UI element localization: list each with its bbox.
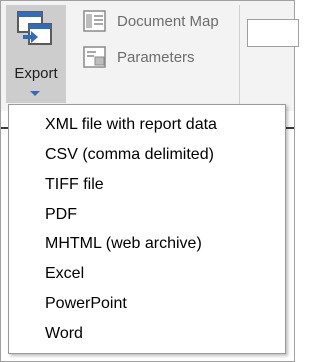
page-number-input[interactable] xyxy=(247,19,299,47)
export-button[interactable]: Export xyxy=(6,5,66,103)
parameters-icon xyxy=(83,46,106,68)
menu-item-csv[interactable]: CSV (comma delimited) xyxy=(45,142,214,168)
export-icon xyxy=(17,11,52,45)
menu-item-pdf[interactable]: PDF xyxy=(45,202,77,228)
document-map-label: Document Map xyxy=(117,12,219,30)
document-map-icon xyxy=(83,10,106,32)
parameters-label: Parameters xyxy=(117,48,195,66)
chevron-down-icon xyxy=(30,91,40,96)
menu-item-xml[interactable]: XML file with report data xyxy=(45,112,217,138)
ribbon-toolbar: Export Document Map Parameters xyxy=(1,1,299,111)
menu-item-word[interactable]: Word xyxy=(45,321,83,347)
export-dropdown-menu: XML file with report data CSV (comma del… xyxy=(8,104,286,354)
menu-item-powerpoint[interactable]: PowerPoint xyxy=(45,291,127,317)
ribbon-separator xyxy=(239,5,240,105)
menu-item-excel[interactable]: Excel xyxy=(45,261,84,287)
menu-item-tiff[interactable]: TIFF file xyxy=(45,172,104,198)
menu-item-mhtml[interactable]: MHTML (web archive) xyxy=(45,231,202,257)
parameters-button[interactable]: Parameters xyxy=(83,45,195,69)
document-map-button[interactable]: Document Map xyxy=(83,9,219,33)
export-label: Export xyxy=(14,65,58,82)
report-viewer-window: Export Document Map Parameters XML file … xyxy=(0,0,299,362)
